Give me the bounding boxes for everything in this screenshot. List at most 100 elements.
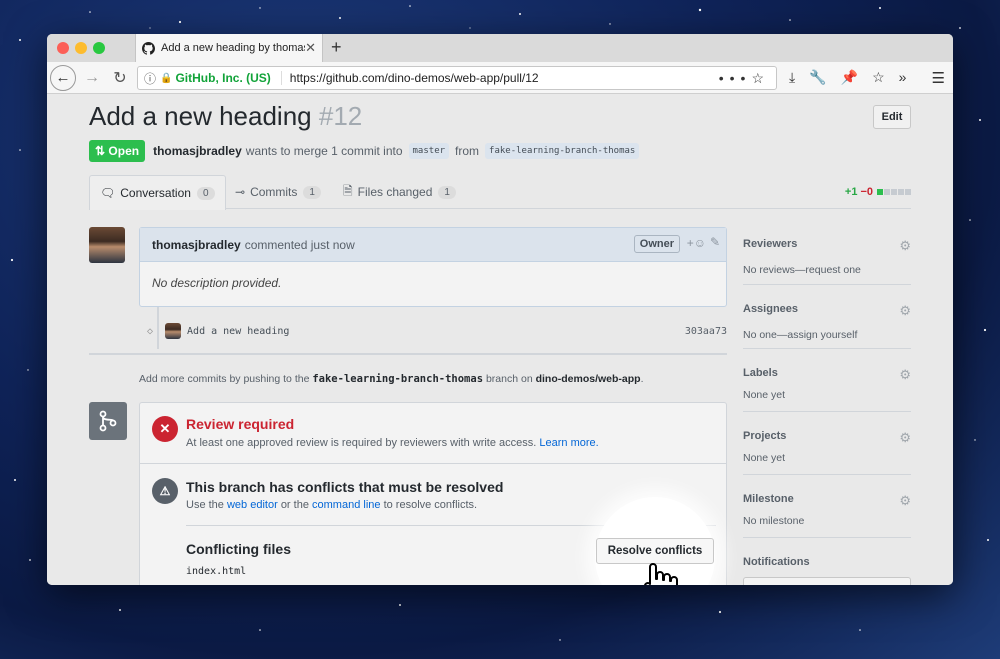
merge-text: wants to merge 1 commit into [245,144,403,158]
page-actions-icon[interactable]: ••• [719,70,752,86]
author-link[interactable]: thomasjbradley [153,144,242,158]
conflicting-file[interactable]: index.html [186,566,246,577]
tab-counter: 0 [196,186,215,200]
address-bar[interactable]: ⓘ 🔒 GitHub, Inc. (US) https://github.com… [137,66,777,90]
comment-box: thomasjbradley commented just now Owner … [139,227,727,307]
gear-icon[interactable]: ⚙ [899,493,911,509]
sidebar-milestone: Milestone ⚙ No milestone [743,475,911,538]
star-icon[interactable]: ☆ [872,69,885,86]
pull-request-icon: ⇅ [95,144,106,158]
url-text[interactable]: https://github.com/dino-demos/web-app/pu… [280,71,539,85]
commit-dot-icon: ◇ [147,325,154,337]
sidebar-title[interactable]: Reviewers [743,238,911,250]
sidebar-value: None yet [743,389,786,401]
base-branch: master [408,143,450,159]
edit-pencil-icon[interactable]: ✎ [710,235,720,249]
state-label: Open [108,144,140,158]
sidebar-title[interactable]: Labels [743,367,911,379]
push-note-suffix: . [640,373,644,385]
push-repo[interactable]: dino-demos/web-app [536,373,641,385]
subscribe-button[interactable] [743,577,911,585]
github-page: Add a new heading #12 Edit ⇅ Open thomas… [47,95,953,585]
state-badge: ⇅ Open [89,140,146,162]
menu-icon[interactable]: ☰ [932,69,945,87]
toolbar-icons: ⤓ 🔧 📌 ☆ » [789,69,906,86]
sidebar-title[interactable]: Projects [743,430,911,442]
url-actions[interactable]: •••☆ [719,70,770,87]
sidebar-title: Notifications [743,556,810,568]
comment-icon: 🗨 [100,186,116,200]
sidebar-title[interactable]: Assignees [743,303,911,315]
conflict-or: or the [280,499,309,511]
pin-icon[interactable]: 📌 [841,69,858,86]
bookmark-star-icon[interactable]: ☆ [751,70,770,86]
commit-icon: ⊸ [235,185,246,199]
pr-meta: ⇅ Open thomasjbradley wants to merge 1 c… [89,140,645,162]
commit-message[interactable]: Add a new heading [187,326,289,337]
sidebar-notifications: Notifications [743,538,911,568]
close-tab-icon[interactable]: ✕ [305,40,316,56]
sidebar-value: No reviews—request one [743,264,861,276]
push-branch: fake-learning-branch-thomas [312,373,484,385]
diff-block [898,189,904,195]
comment-author[interactable]: thomasjbradley [152,238,241,252]
owner-badge: Owner [633,235,680,253]
merge-divider [140,463,726,464]
conflict-suffix: to resolve conflicts. [383,499,478,511]
command-line-link[interactable]: command line [312,499,380,511]
alert-icon: ⚠ [152,478,178,504]
overflow-icon[interactable]: » [899,69,907,86]
forward-button[interactable]: → [80,69,104,87]
sidebar-assignees: Assignees ⚙ No one—assign yourself [743,285,911,349]
git-merge-icon [89,402,127,440]
diff-stat: +1 −0 [845,186,911,198]
commit-avatar[interactable] [165,323,182,339]
head-branch: fake-learning-branch-thomas [485,143,640,159]
tab-conversation[interactable]: 🗨 Conversation 0 [89,175,226,210]
learn-more-link[interactable]: Learn more. [539,437,598,449]
gear-icon[interactable]: ⚙ [899,303,911,319]
web-editor-link[interactable]: web editor [227,499,278,511]
gear-icon[interactable]: ⚙ [899,430,911,446]
tab-commits[interactable]: ⊸ Commits 1 [235,175,321,209]
sidebar-value: None yet [743,452,786,464]
tab-title: Add a new heading by thomasjb [161,42,306,54]
push-note-middle: branch on [485,373,533,385]
edit-button[interactable]: Edit [873,105,911,129]
push-note: Add more commits by pushing to the fake-… [139,373,644,385]
back-button[interactable]: ← [50,64,76,91]
pr-number: #12 [318,101,363,131]
close-window-button[interactable] [57,42,69,54]
minimize-window-button[interactable] [75,42,87,54]
site-identity[interactable]: 🔒 GitHub, Inc. (US) [160,71,271,85]
conflict-use: Use the [186,499,224,511]
info-icon[interactable]: ⓘ [144,70,156,87]
timeline-divider [89,353,727,355]
diff-block [905,189,911,195]
wrench-icon[interactable]: 🔧 [809,69,826,86]
sidebar: Reviewers ⚙ No reviews—request one Assig… [743,227,911,568]
additions: +1 [844,186,858,198]
comment-action: commented just now [244,237,355,252]
new-tab-button[interactable]: + [331,37,342,58]
pr-title: Add a new heading #12 [89,101,362,132]
browser-tab[interactable]: Add a new heading by thomasjb ✕ [135,34,323,62]
zoom-window-button[interactable] [93,42,105,54]
tab-counter: 1 [303,185,321,199]
push-note-prefix: Add more commits by pushing to the [139,373,310,385]
gear-icon[interactable]: ⚙ [899,367,911,383]
commit-sha[interactable]: 303aa73 [685,326,727,337]
tab-bar: Add a new heading by thomasjb ✕ + [47,34,953,62]
download-icon[interactable]: ⤓ [789,69,795,86]
sidebar-value: No one—assign yourself [743,329,858,341]
tab-files-changed[interactable]: 🗎 Files changed 1 [343,175,456,209]
avatar[interactable] [89,227,125,263]
sidebar-title[interactable]: Milestone [743,493,911,505]
conflict-text: Use the web editor or the command line t… [186,499,477,511]
diff-block [877,189,883,195]
deletions: −0 [860,186,873,198]
reload-button[interactable]: ↻ [108,68,132,88]
add-reaction-icon[interactable]: +☺ [687,236,706,250]
gear-icon[interactable]: ⚙ [899,238,911,254]
from-text: from [455,144,480,158]
